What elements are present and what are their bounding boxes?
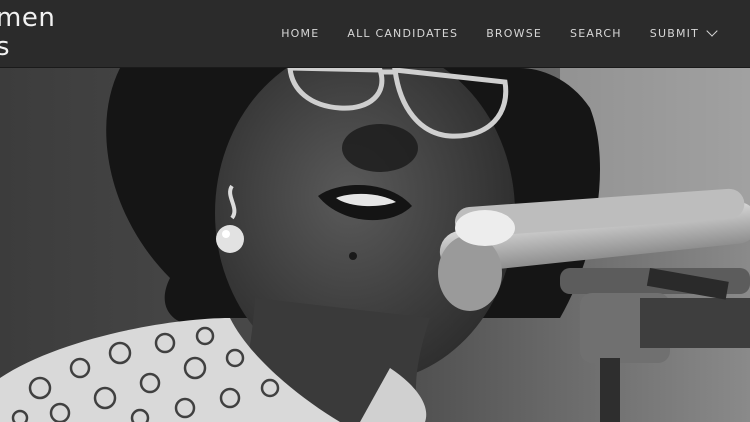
nav-browse[interactable]: BROWSE [486,27,542,40]
site-logo[interactable]: men s [0,4,55,62]
chevron-down-icon [706,24,718,37]
top-navbar: men s HOME ALL CANDIDATES BROWSE SEARCH … [0,0,750,68]
hero-photo [0,68,750,422]
nav-submit[interactable]: SUBMIT [649,24,718,40]
nav-search[interactable]: SEARCH [570,27,622,40]
main-nav: HOME ALL CANDIDATES BROWSE SEARCH SUBMIT [281,24,718,40]
nav-home-label: HOME [281,27,320,40]
nav-search-label: SEARCH [570,27,622,40]
logo-line-1: men [0,3,56,33]
nav-submit-label: SUBMIT [649,27,699,40]
nav-all-candidates[interactable]: ALL CANDIDATES [347,27,458,40]
nav-browse-label: BROWSE [486,27,543,40]
nav-home[interactable]: HOME [281,27,319,40]
hero-image [0,68,750,422]
logo-line-2: s [0,32,11,62]
nav-all-candidates-label: ALL CANDIDATES [347,27,459,40]
